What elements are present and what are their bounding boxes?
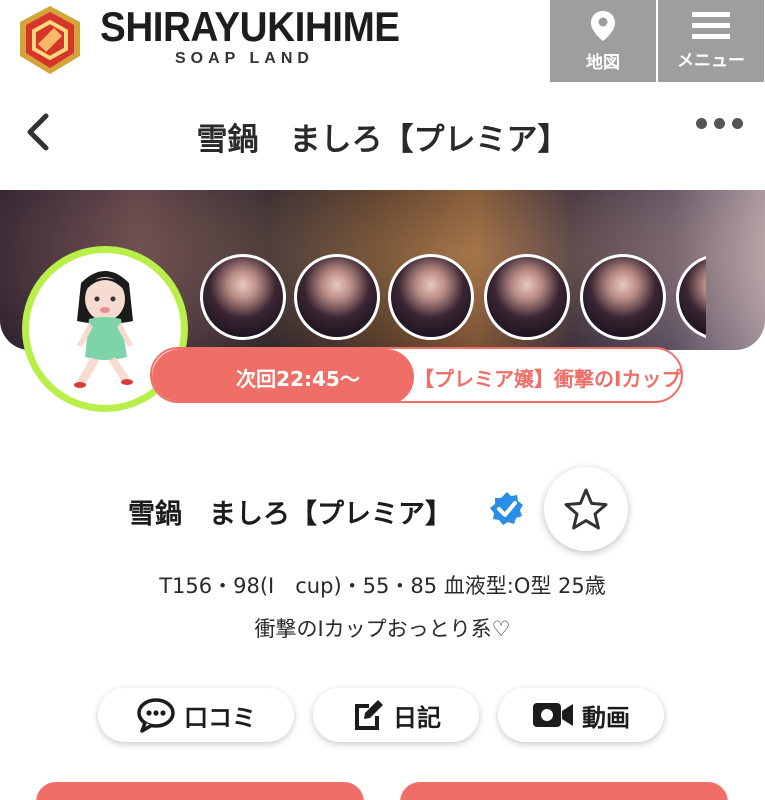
video-button[interactable]: 動画 xyxy=(498,688,664,742)
page-title: 雪鍋 ましろ【プレミア】 xyxy=(196,122,569,158)
reviews-button[interactable]: 口コミ xyxy=(98,688,294,742)
map-pin-icon xyxy=(591,10,615,41)
photo-thumbnails xyxy=(196,252,706,344)
more-options-icon[interactable] xyxy=(696,118,743,129)
menu-label: メニュー xyxy=(677,50,745,71)
photo-thumbnail[interactable] xyxy=(676,254,706,340)
video-camera-icon xyxy=(533,703,573,727)
map-button[interactable]: 地図 xyxy=(550,0,656,82)
secondary-action-button[interactable] xyxy=(400,782,728,800)
brand[interactable]: SHIRAYUKIHIME SOAP LAND xyxy=(100,6,426,68)
photo-thumbnail[interactable] xyxy=(388,254,474,340)
primary-action-button[interactable] xyxy=(36,782,364,800)
diary-label: 日記 xyxy=(393,703,441,732)
star-outline-icon xyxy=(564,488,608,530)
schedule-pill[interactable]: 次回22:45〜 【プレミア嬢】衝撃のIカップおっとり系♡ xyxy=(150,347,683,403)
girl-name: 雪鍋 ましろ【プレミア】 xyxy=(128,499,452,530)
catchphrase: 衝撃のIカップおっとり系♡ xyxy=(254,617,511,641)
hamburger-icon xyxy=(692,11,730,39)
verified-badge-icon xyxy=(490,492,523,525)
photo-thumbnail[interactable] xyxy=(294,254,380,340)
favorite-button[interactable] xyxy=(544,467,628,551)
video-label: 動画 xyxy=(582,703,630,732)
menu-button[interactable]: メニュー xyxy=(658,0,764,82)
speech-bubble-icon xyxy=(137,698,175,733)
photo-thumbnail[interactable] xyxy=(200,254,286,340)
map-label: 地図 xyxy=(586,52,620,73)
edit-note-icon xyxy=(355,700,383,730)
dot xyxy=(732,118,743,129)
reviews-label: 口コミ xyxy=(184,703,256,732)
logo-icon[interactable] xyxy=(10,0,90,80)
brand-subtitle: SOAP LAND xyxy=(175,50,314,67)
dot xyxy=(696,118,707,129)
headline-ticker: 【プレミア嬢】衝撃のIカップおっとり系♡ xyxy=(414,366,682,391)
photo-thumbnail[interactable] xyxy=(484,254,570,340)
profile-stats: T156・98(I cup)・55・85 血液型:O型 25歳 xyxy=(159,574,606,598)
diary-button[interactable]: 日記 xyxy=(313,688,479,742)
photo-thumbnail[interactable] xyxy=(580,254,666,340)
title-bar: 雪鍋 ましろ【プレミア】 xyxy=(0,96,765,176)
brand-name: SHIRAYUKIHIME xyxy=(100,3,400,50)
site-header: SHIRAYUKIHIME SOAP LAND 地図 メニュー xyxy=(0,0,765,82)
next-shift-label: 次回22:45〜 xyxy=(152,349,414,401)
dot xyxy=(714,118,725,129)
